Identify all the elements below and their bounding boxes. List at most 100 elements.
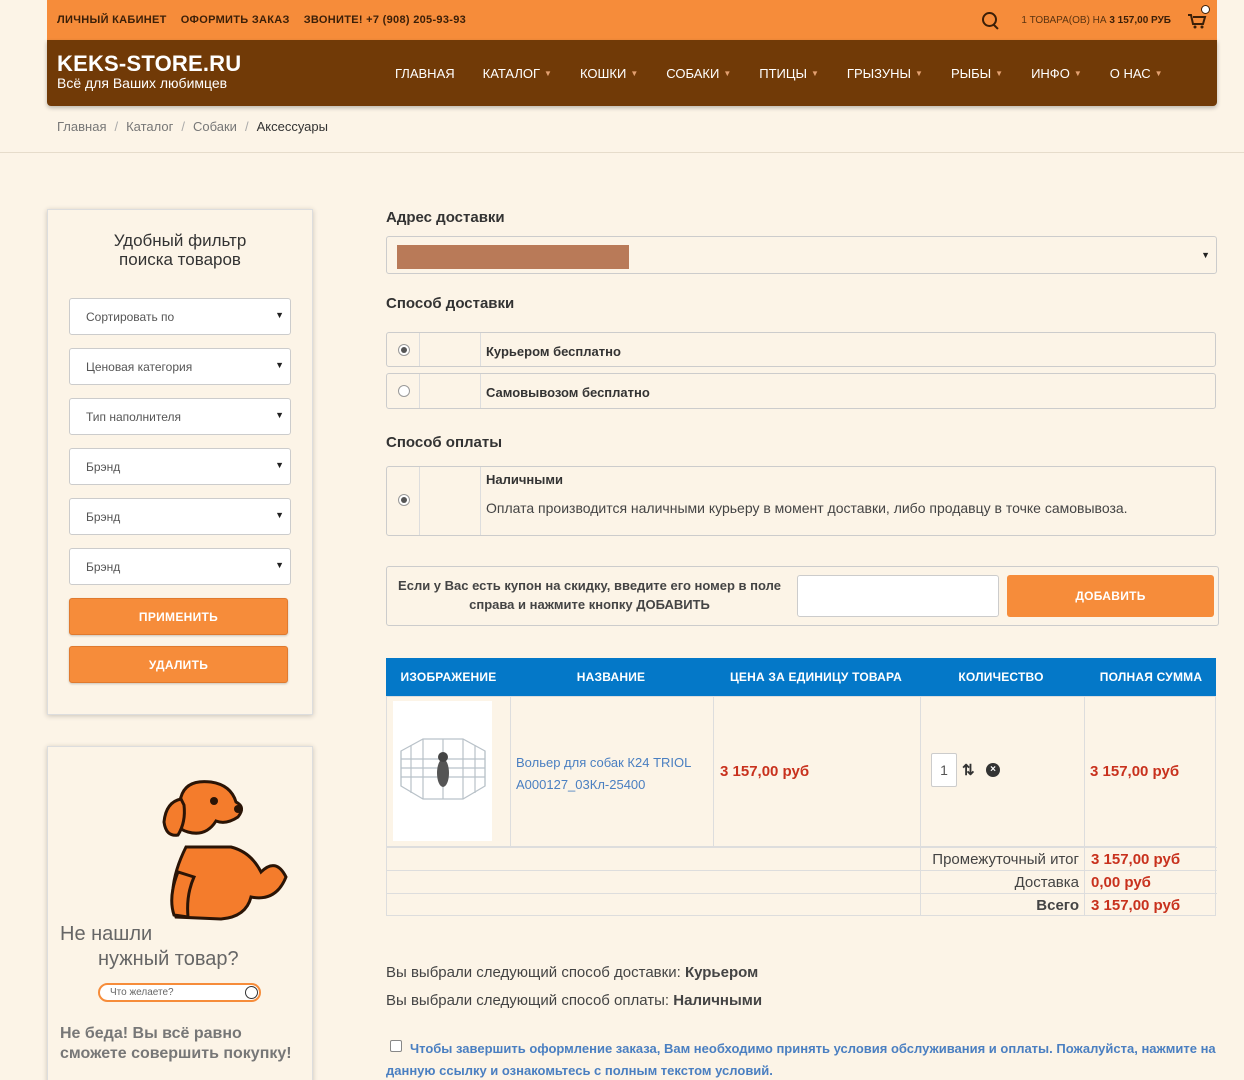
subtotal-label: Промежуточный итог [932,851,1079,868]
account-link[interactable]: Личный кабинет [57,14,167,26]
cart-count-text: 1 ТОВАРА(ОВ) НА [1021,14,1107,26]
remove-filter-button[interactable]: УДАЛИТЬ [69,646,288,683]
phone-text: Звоните! +7 (908) 205-93-93 [303,14,467,26]
chevron-down-icon: ▼ [811,68,819,78]
payment-option-description: Оплата производится наличными курьеру в … [486,500,1128,516]
price-category-select[interactable]: Ценовая категория ▼ [69,348,291,385]
chevron-down-icon: ▼ [995,68,1004,78]
delivery-label: Способ доставки [386,295,515,312]
dropdown-arrow-icon: ▼ [275,360,284,370]
cart-table-header: Изображение Название Цена за единицу тов… [386,658,1216,696]
coupon-text: Если у Вас есть купон на скидку, введите… [398,578,781,612]
brand-select-3[interactable]: Брэнд ▼ [69,548,291,585]
promo-heading-2: нужный товар? [98,948,239,970]
menu-item-catalog[interactable]: Каталог ▼ [483,66,552,81]
product-name-link[interactable]: Вольер для собак К24 TRIOL A000127_03Кл-… [516,752,691,796]
col-header-image: Изображение [400,670,497,684]
quantity-input[interactable]: 1 [931,753,957,787]
delivery-option-pickup[interactable]: Самовывозом бесплатно [386,373,1216,409]
dropdown-arrow-icon: ▼ [275,460,284,470]
chevron-down-icon: ▼ [915,68,923,78]
delivery-option-label: Самовывозом бесплатно [486,385,650,400]
remove-icon[interactable]: × [986,763,1000,777]
payment-option-cash[interactable]: Наличными Оплата производится наличными … [386,466,1216,536]
dropdown-arrow-icon: ▼ [1201,250,1210,260]
add-coupon-button[interactable]: ДОБАВИТЬ [1007,575,1214,617]
breadcrumb-home[interactable]: Главная [57,119,106,134]
unit-price: 3 157,00 руб [720,763,810,780]
delivery-radio-courier[interactable] [398,344,410,356]
col-header-total: Полная сумма [1099,670,1203,684]
chevron-down-icon: ▼ [1073,68,1082,78]
main-navbar: KEKS-STORE.RU Всё для Ваших любимцев Гла… [47,40,1217,106]
payment-radio-cash[interactable] [398,494,410,506]
menu-item-cats[interactable]: Кошки ▼ [580,66,638,81]
product-image[interactable] [393,701,492,841]
coupon-box: Если у Вас есть купон на скидку, введите… [386,566,1219,626]
main-menu: Главная Каталог ▼ Кошки ▼ Собаки ▼ Птицы ▼ Г… [395,40,1191,106]
filter-panel: Удобный фильтр поиска товаров Сортироват… [47,209,313,715]
chosen-delivery: Вы выбрали следующий способ доставки: Ку… [386,964,759,981]
grand-total-value: 3 157,00 руб [1091,897,1181,914]
item-total: 3 157,00 руб [1090,763,1180,780]
chevron-down-icon: ▼ [630,68,639,78]
breadcrumb-catalog[interactable]: Каталог [126,119,173,134]
menu-item-home[interactable]: Главная [395,66,455,81]
redacted-address [397,245,629,269]
promo-search-placeholder: Что желаете? [110,987,174,998]
delivery-option-courier[interactable]: Курьером бесплатно [386,332,1216,367]
delivery-option-label: Курьером бесплатно [486,344,621,359]
promo-note: Не беда! Вы всё равно сможете совершить … [60,1025,292,1062]
menu-item-about[interactable]: О нас ▼ [1110,66,1163,81]
delivery-radio-pickup[interactable] [398,385,410,397]
menu-item-info[interactable]: Инфо ▼ [1031,66,1082,81]
checkout-link[interactable]: Оформить заказ [181,14,290,26]
logo[interactable]: KEKS-STORE.RU Всё для Ваших любимцев [57,51,241,91]
chevron-down-icon: ▼ [1154,68,1163,78]
logo-text: KEKS-STORE.RU [57,51,242,76]
promo-search-input[interactable]: Что желаете? [98,983,261,1002]
address-label: Адрес доставки [386,209,505,226]
dropdown-arrow-icon: ▼ [275,410,284,420]
brand-select-1[interactable]: Брэнд ▼ [69,448,291,485]
filler-type-select[interactable]: Тип наполнителя ▼ [69,398,291,435]
apply-filter-button[interactable]: ПРИМЕНИТЬ [69,598,288,635]
menu-item-rodents[interactable]: Грызуны ▼ [847,66,923,81]
delivery-cost-value: 0,00 руб [1091,874,1151,891]
cart-summary-table: Промежуточный итог 3 157,00 руб Доставка 0… [386,847,1217,916]
cart-badge [1201,5,1210,14]
col-header-quantity: Количество [958,670,1044,684]
promo-heading-1: Не нашли [60,923,153,945]
menu-item-birds[interactable]: Птицы ▼ [759,66,819,81]
cart-total-text: 3 157,00 РУБ [1109,14,1171,26]
subtotal-value: 3 157,00 руб [1091,851,1181,868]
chosen-payment: Вы выбрали следующий способ оплаты: Нали… [386,992,763,1009]
col-header-price: Цена за единицу товара [729,670,903,684]
cart-icon[interactable] [1187,5,1210,29]
payment-label: Способ оплаты [386,434,503,451]
coupon-input[interactable] [797,575,999,617]
dropdown-arrow-icon: ▼ [275,310,284,320]
breadcrumb-dogs[interactable]: Собаки [193,119,237,134]
address-select[interactable]: ▼ [386,236,1217,274]
payment-option-label: Наличными [486,472,563,487]
search-icon[interactable] [981,11,999,29]
menu-item-dogs[interactable]: Собаки ▼ [666,66,731,81]
chevron-down-icon: ▼ [723,68,732,78]
top-bar: Личный кабинет Оформить заказ Звоните! +… [47,0,1217,40]
brand-select-2[interactable]: Брэнд ▼ [69,498,291,535]
dropdown-arrow-icon: ▼ [275,560,284,570]
breadcrumb-current: Аксессуары [256,119,328,134]
sort-select[interactable]: Сортировать по ▼ [69,298,291,335]
dog-illustration-icon [162,780,288,921]
breadcrumb: Главная / Каталог / Собаки / Аксессуары [57,119,328,134]
grand-total-label: Всего [1036,897,1079,914]
col-header-name: Название [576,670,646,684]
divider [0,152,1244,153]
cart-summary[interactable]: 1 ТОВАРА(ОВ) НА 3 157,00 РУБ [1021,15,1171,26]
logo-slogan: Всё для Ваших любимцев [57,75,228,91]
terms-link[interactable]: Чтобы завершить оформление заказа, Вам н… [386,1038,1216,1080]
menu-item-fish[interactable]: Рыбы ▼ [951,66,1003,81]
search-icon[interactable] [245,986,258,999]
refresh-icon[interactable]: ⇅ [962,761,975,779]
